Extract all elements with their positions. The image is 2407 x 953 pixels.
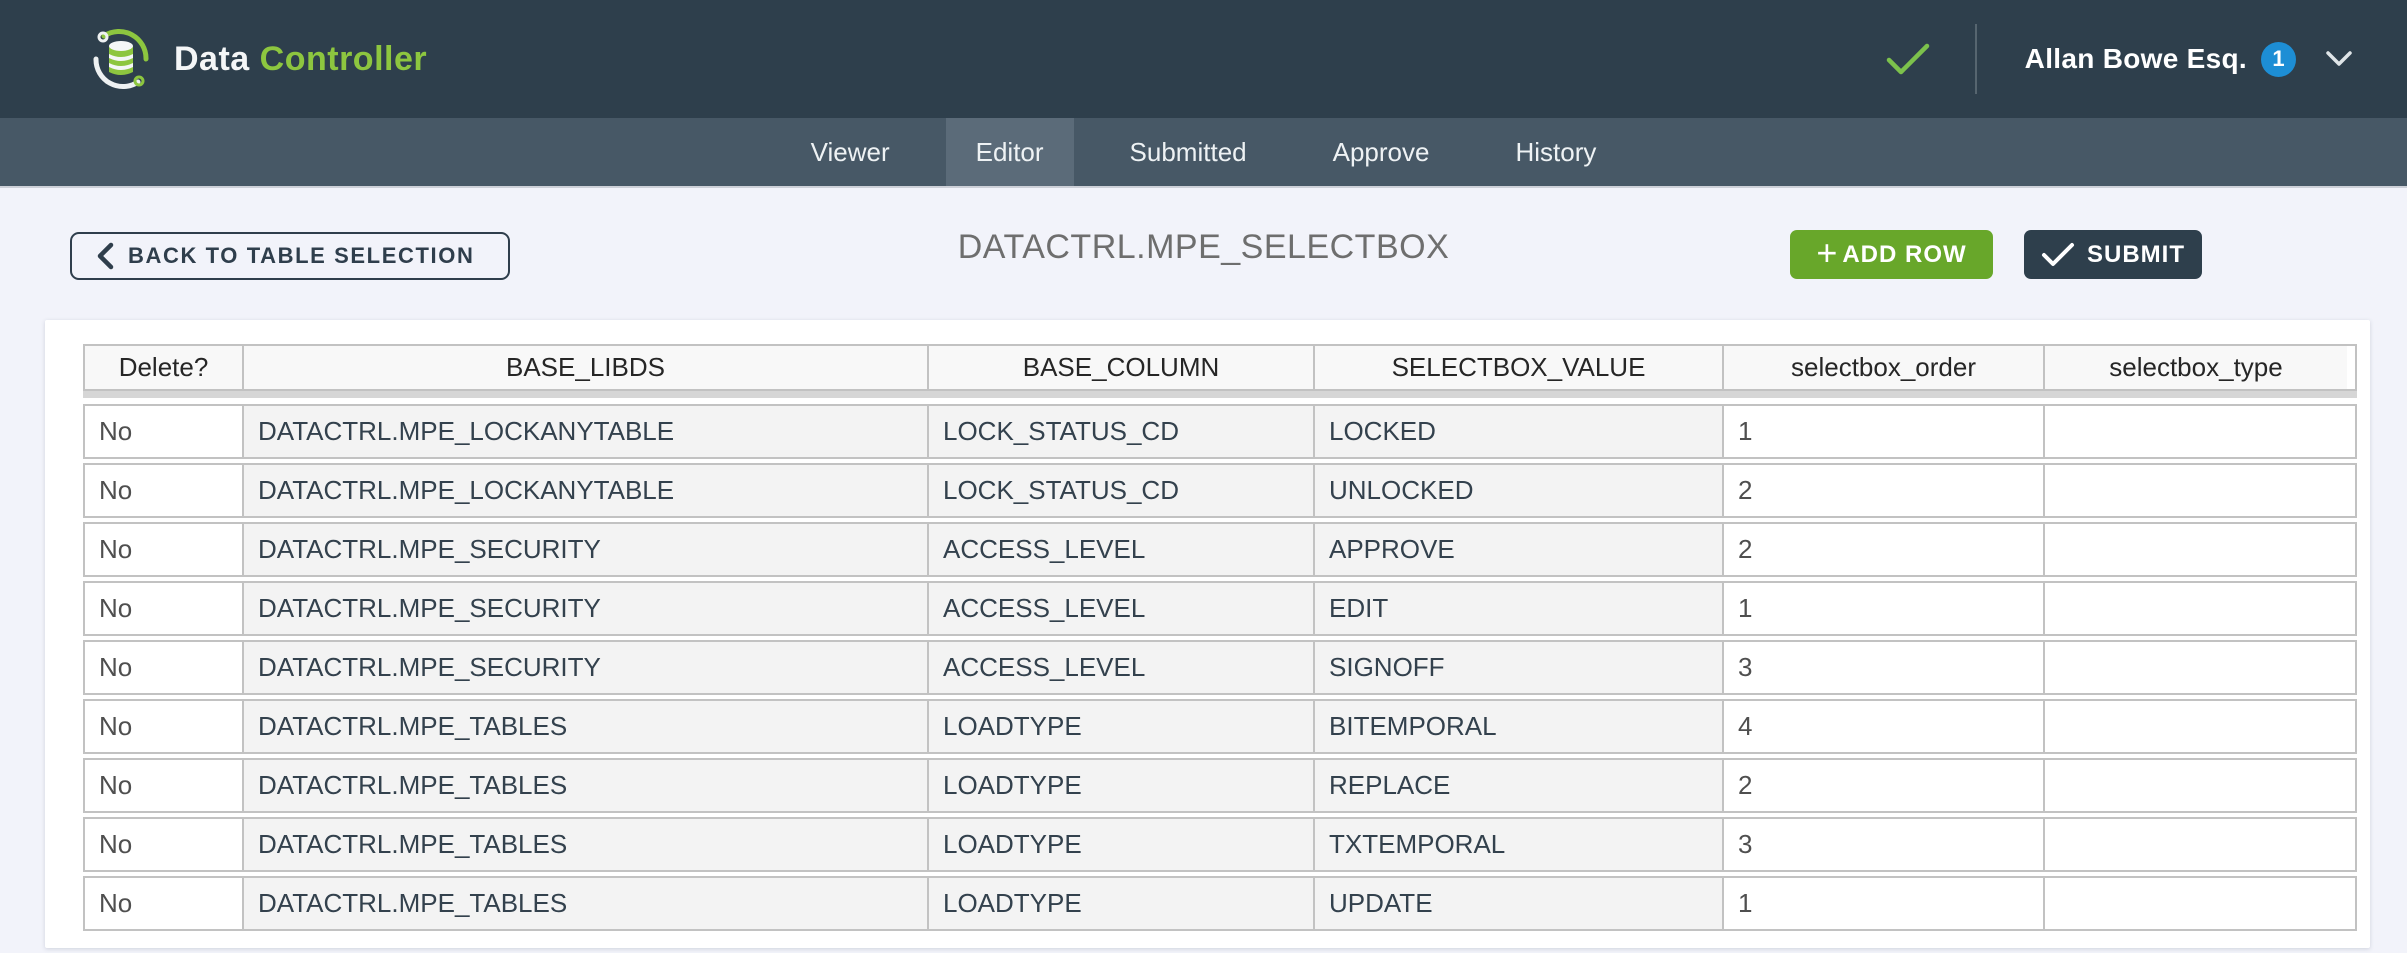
cell-base-column: LOCK_STATUS_CD <box>929 406 1315 457</box>
cell-base-libds: DATACTRL.MPE_LOCKANYTABLE <box>244 406 929 457</box>
cell-selectbox-type[interactable] <box>2045 583 2347 634</box>
table-row: No DATACTRL.MPE_LOCKANYTABLE LOCK_STATUS… <box>83 463 2357 518</box>
toolbar: BACK TO TABLE SELECTION DATACTRL.MPE_SEL… <box>0 188 2407 320</box>
logo-icon <box>90 28 152 90</box>
cell-selectbox-value: UPDATE <box>1315 878 1724 929</box>
toolbar-actions: + ADD ROW SUBMIT <box>1790 230 2202 279</box>
cell-selectbox-order[interactable]: 1 <box>1724 878 2045 929</box>
cell-selectbox-type[interactable] <box>2045 819 2347 870</box>
cell-selectbox-value: APPROVE <box>1315 524 1724 575</box>
cell-base-libds: DATACTRL.MPE_TABLES <box>244 760 929 811</box>
cell-selectbox-order[interactable]: 3 <box>1724 642 2045 693</box>
editor-panel: Delete? BASE_LIBDS BASE_COLUMN SELECTBOX… <box>45 320 2370 948</box>
column-header-base-column[interactable]: BASE_COLUMN <box>929 346 1315 389</box>
add-row-label: ADD ROW <box>1842 241 1966 269</box>
tab-viewer[interactable]: Viewer <box>781 118 920 186</box>
table-row: No DATACTRL.MPE_TABLES LOADTYPE REPLACE … <box>83 758 2357 813</box>
tab-submitted[interactable]: Submitted <box>1100 118 1277 186</box>
header-right: Allan Bowe Esq. 1 <box>1885 24 2352 94</box>
cell-selectbox-type[interactable] <box>2045 701 2347 752</box>
app-header: Data Controller Allan Bowe Esq. 1 <box>0 0 2407 118</box>
tab-editor[interactable]: Editor <box>946 118 1074 186</box>
cell-selectbox-value: BITEMPORAL <box>1315 701 1724 752</box>
cell-selectbox-value: REPLACE <box>1315 760 1724 811</box>
table-row: No DATACTRL.MPE_SECURITY ACCESS_LEVEL AP… <box>83 522 2357 577</box>
brand[interactable]: Data Controller <box>90 28 427 90</box>
cell-selectbox-order[interactable]: 3 <box>1724 819 2045 870</box>
cell-base-libds: DATACTRL.MPE_TABLES <box>244 878 929 929</box>
header-divider <box>1975 24 1977 94</box>
cell-delete[interactable]: No <box>85 701 244 752</box>
cell-selectbox-order[interactable]: 2 <box>1724 524 2045 575</box>
cell-base-libds: DATACTRL.MPE_SECURITY <box>244 583 929 634</box>
cell-delete[interactable]: No <box>85 819 244 870</box>
cell-delete[interactable]: No <box>85 465 244 516</box>
table-row: No DATACTRL.MPE_TABLES LOADTYPE TXTEMPOR… <box>83 817 2357 872</box>
cell-base-libds: DATACTRL.MPE_TABLES <box>244 701 929 752</box>
add-row-button[interactable]: + ADD ROW <box>1790 230 1993 279</box>
cell-delete[interactable]: No <box>85 583 244 634</box>
column-header-selectbox-type[interactable]: selectbox_type <box>2045 346 2347 389</box>
cell-delete[interactable]: No <box>85 524 244 575</box>
status-check-icon[interactable] <box>1885 42 1931 76</box>
cell-selectbox-value: TXTEMPORAL <box>1315 819 1724 870</box>
cell-base-column: ACCESS_LEVEL <box>929 642 1315 693</box>
cell-base-column: LOADTYPE <box>929 760 1315 811</box>
cell-base-column: ACCESS_LEVEL <box>929 583 1315 634</box>
cell-selectbox-type[interactable] <box>2045 760 2347 811</box>
cell-delete[interactable]: No <box>85 406 244 457</box>
grid-header-row: Delete? BASE_LIBDS BASE_COLUMN SELECTBOX… <box>83 344 2357 391</box>
table-row: No DATACTRL.MPE_SECURITY ACCESS_LEVEL ED… <box>83 581 2357 636</box>
data-grid: Delete? BASE_LIBDS BASE_COLUMN SELECTBOX… <box>83 344 2357 931</box>
tab-history[interactable]: History <box>1485 118 1626 186</box>
submit-label: SUBMIT <box>2087 241 2185 269</box>
submit-button[interactable]: SUBMIT <box>2024 230 2202 279</box>
cell-base-libds: DATACTRL.MPE_SECURITY <box>244 524 929 575</box>
cell-selectbox-order[interactable]: 2 <box>1724 465 2045 516</box>
table-row: No DATACTRL.MPE_SECURITY ACCESS_LEVEL SI… <box>83 640 2357 695</box>
cell-selectbox-type[interactable] <box>2045 524 2347 575</box>
tab-approve[interactable]: Approve <box>1303 118 1460 186</box>
user-badge: 1 <box>2261 42 2296 77</box>
cell-selectbox-order[interactable]: 1 <box>1724 406 2045 457</box>
cell-base-libds: DATACTRL.MPE_SECURITY <box>244 642 929 693</box>
table-row: No DATACTRL.MPE_LOCKANYTABLE LOCK_STATUS… <box>83 404 2357 459</box>
cell-selectbox-type[interactable] <box>2045 878 2347 929</box>
column-header-selectbox-value[interactable]: SELECTBOX_VALUE <box>1315 346 1724 389</box>
cell-selectbox-value: LOCKED <box>1315 406 1724 457</box>
app-title: Data Controller <box>174 40 427 79</box>
chevron-down-icon[interactable] <box>2326 51 2352 67</box>
cell-selectbox-order[interactable]: 4 <box>1724 701 2045 752</box>
check-icon <box>2041 242 2075 268</box>
cell-base-column: LOCK_STATUS_CD <box>929 465 1315 516</box>
cell-base-libds: DATACTRL.MPE_TABLES <box>244 819 929 870</box>
cell-selectbox-type[interactable] <box>2045 642 2347 693</box>
cell-selectbox-value: UNLOCKED <box>1315 465 1724 516</box>
column-header-selectbox-order[interactable]: selectbox_order <box>1724 346 2045 389</box>
cell-selectbox-value: EDIT <box>1315 583 1724 634</box>
cell-base-column: LOADTYPE <box>929 819 1315 870</box>
cell-base-libds: DATACTRL.MPE_LOCKANYTABLE <box>244 465 929 516</box>
cell-selectbox-value: SIGNOFF <box>1315 642 1724 693</box>
column-header-base-libds[interactable]: BASE_LIBDS <box>244 346 929 389</box>
cell-selectbox-order[interactable]: 2 <box>1724 760 2045 811</box>
cell-selectbox-order[interactable]: 1 <box>1724 583 2045 634</box>
main-nav: Viewer Editor Submitted Approve History <box>0 118 2407 188</box>
cell-base-column: ACCESS_LEVEL <box>929 524 1315 575</box>
cell-selectbox-type[interactable] <box>2045 465 2347 516</box>
cell-base-column: LOADTYPE <box>929 701 1315 752</box>
cell-delete[interactable]: No <box>85 878 244 929</box>
grid-header-divider <box>83 391 2357 398</box>
cell-base-column: LOADTYPE <box>929 878 1315 929</box>
cell-delete[interactable]: No <box>85 760 244 811</box>
user-name[interactable]: Allan Bowe Esq. <box>2025 43 2247 75</box>
cell-delete[interactable]: No <box>85 642 244 693</box>
column-header-delete[interactable]: Delete? <box>85 346 244 389</box>
table-row: No DATACTRL.MPE_TABLES LOADTYPE UPDATE 1 <box>83 876 2357 931</box>
cell-selectbox-type[interactable] <box>2045 406 2347 457</box>
table-row: No DATACTRL.MPE_TABLES LOADTYPE BITEMPOR… <box>83 699 2357 754</box>
